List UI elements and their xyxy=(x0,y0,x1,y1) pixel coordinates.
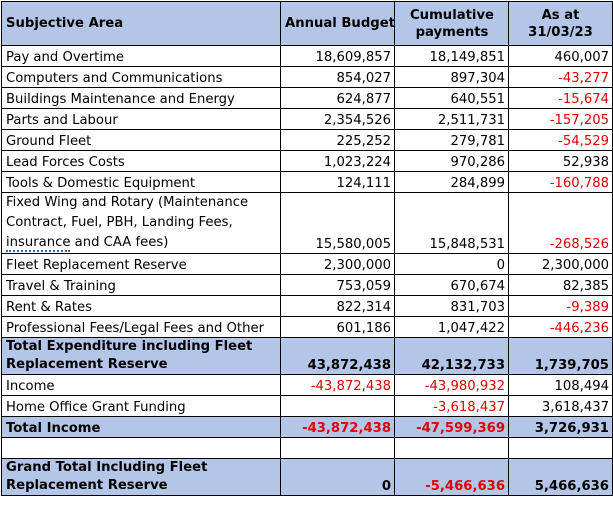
total-income-budget: -43,872,438 xyxy=(280,416,395,438)
row-budget: 15,580,005 xyxy=(280,192,395,254)
spacer-cell xyxy=(394,437,509,459)
total-income-label: Total Income xyxy=(1,416,281,438)
row-area: Lead Forces Costs xyxy=(1,150,281,172)
row-as-at: 460,007 xyxy=(508,45,613,67)
total-expenditure-budget: 43,872,438 xyxy=(280,337,395,375)
income-row: Income -43,872,438 -43,980,932 108,494 xyxy=(1,374,613,396)
income-as-at: 108,494 xyxy=(508,374,613,396)
table-row: Professional Fees/Legal Fees and Other 6… xyxy=(1,316,613,338)
row-area: Rent & Rates xyxy=(1,295,281,317)
row-cumulative: 284,899 xyxy=(394,171,509,193)
row-cumulative: 670,674 xyxy=(394,274,509,296)
row-cumulative: 0 xyxy=(394,253,509,275)
total-income-cumulative: -47,599,369 xyxy=(394,416,509,438)
spacer-cell xyxy=(508,437,613,459)
table-row: Rent & Rates 822,314 831,703 -9,389 xyxy=(1,295,613,317)
spacer-cell xyxy=(280,437,395,459)
row-cumulative: 897,304 xyxy=(394,66,509,88)
total-expenditure-row: Total Expenditure including Fleet Replac… xyxy=(1,337,613,375)
table-row: Computers and Communications 854,027 897… xyxy=(1,66,613,88)
row-cumulative: 831,703 xyxy=(394,295,509,317)
row-budget: 1,023,224 xyxy=(280,150,395,172)
total-expenditure-as-at: 1,739,705 xyxy=(508,337,613,375)
row-budget: 854,027 xyxy=(280,66,395,88)
grant-as-at: 3,618,437 xyxy=(508,395,613,417)
table-row: Travel & Training 753,059 670,674 82,385 xyxy=(1,274,613,296)
row-area-underlined-word: insurance xyxy=(6,235,71,252)
row-as-at: -9,389 xyxy=(508,295,613,317)
table-row: Pay and Overtime 18,609,857 18,149,851 4… xyxy=(1,45,613,67)
row-area: Tools & Domestic Equipment xyxy=(1,171,281,193)
table-row: Parts and Labour 2,354,526 2,511,731 -15… xyxy=(1,108,613,130)
income-cumulative: -43,980,932 xyxy=(394,374,509,396)
header-annual-budget: Annual Budget xyxy=(280,1,395,46)
table-row: Fixed Wing and Rotary (Maintenance Contr… xyxy=(1,192,613,254)
header-as-at: As at 31/03/23 xyxy=(508,1,613,46)
row-as-at: 82,385 xyxy=(508,274,613,296)
row-cumulative: 1,047,422 xyxy=(394,316,509,338)
row-as-at: -15,674 xyxy=(508,87,613,109)
row-cumulative: 970,286 xyxy=(394,150,509,172)
table-row: Lead Forces Costs 1,023,224 970,286 52,9… xyxy=(1,150,613,172)
grand-total-cumulative: -5,466,636 xyxy=(394,458,509,496)
row-area-part: and CAA fees) xyxy=(70,235,169,250)
row-budget: 2,300,000 xyxy=(280,253,395,275)
row-cumulative: 640,551 xyxy=(394,87,509,109)
row-area: Buildings Maintenance and Energy xyxy=(1,87,281,109)
row-budget: 225,252 xyxy=(280,129,395,151)
grand-total-row: Grand Total Including Fleet Replacement … xyxy=(1,458,613,496)
total-income-as-at: 3,726,931 xyxy=(508,416,613,438)
row-area: Fixed Wing and Rotary (Maintenance Contr… xyxy=(1,192,281,254)
header-row: Subjective Area Annual Budget Cumulative… xyxy=(1,1,613,46)
grant-cumulative: -3,618,437 xyxy=(394,395,509,417)
total-expenditure-cumulative: 42,132,733 xyxy=(394,337,509,375)
table-row: Tools & Domestic Equipment 124,111 284,8… xyxy=(1,171,613,193)
table-row: Fleet Replacement Reserve 2,300,000 0 2,… xyxy=(1,253,613,275)
header-cumulative-payments: Cumulative payments xyxy=(394,1,509,46)
grant-row: Home Office Grant Funding -3,618,437 3,6… xyxy=(1,395,613,417)
row-area-part: Fixed Wing and Rotary (Maintenance Contr… xyxy=(6,195,249,230)
row-cumulative: 2,511,731 xyxy=(394,108,509,130)
row-budget: 822,314 xyxy=(280,295,395,317)
spacer-row xyxy=(1,437,613,459)
row-area: Computers and Communications xyxy=(1,66,281,88)
spacer-cell xyxy=(1,437,281,459)
row-as-at: -160,788 xyxy=(508,171,613,193)
row-area: Travel & Training xyxy=(1,274,281,296)
table-row: Ground Fleet 225,252 279,781 -54,529 xyxy=(1,129,613,151)
row-budget: 2,354,526 xyxy=(280,108,395,130)
row-area: Pay and Overtime xyxy=(1,45,281,67)
row-cumulative: 18,149,851 xyxy=(394,45,509,67)
row-as-at: -446,236 xyxy=(508,316,613,338)
grand-total-budget: 0 xyxy=(280,458,395,496)
grant-budget xyxy=(280,395,395,417)
row-as-at: -157,205 xyxy=(508,108,613,130)
row-budget: 753,059 xyxy=(280,274,395,296)
budget-table: Subjective Area Annual Budget Cumulative… xyxy=(1,1,613,496)
grant-label: Home Office Grant Funding xyxy=(1,395,281,417)
row-cumulative: 15,848,531 xyxy=(394,192,509,254)
row-budget: 624,877 xyxy=(280,87,395,109)
total-income-row: Total Income -43,872,438 -47,599,369 3,7… xyxy=(1,416,613,438)
row-budget: 18,609,857 xyxy=(280,45,395,67)
row-cumulative: 279,781 xyxy=(394,129,509,151)
total-expenditure-label: Total Expenditure including Fleet Replac… xyxy=(1,337,281,375)
row-budget: 124,111 xyxy=(280,171,395,193)
row-budget: 601,186 xyxy=(280,316,395,338)
row-area: Fleet Replacement Reserve xyxy=(1,253,281,275)
row-area: Ground Fleet xyxy=(1,129,281,151)
income-label: Income xyxy=(1,374,281,396)
row-area: Professional Fees/Legal Fees and Other xyxy=(1,316,281,338)
table-row: Buildings Maintenance and Energy 624,877… xyxy=(1,87,613,109)
row-as-at: 2,300,000 xyxy=(508,253,613,275)
row-as-at: -268,526 xyxy=(508,192,613,254)
row-as-at: -54,529 xyxy=(508,129,613,151)
header-subjective-area: Subjective Area xyxy=(1,1,281,46)
row-as-at: 52,938 xyxy=(508,150,613,172)
grand-total-label: Grand Total Including Fleet Replacement … xyxy=(1,458,281,496)
income-budget: -43,872,438 xyxy=(280,374,395,396)
grand-total-as-at: 5,466,636 xyxy=(508,458,613,496)
row-as-at: -43,277 xyxy=(508,66,613,88)
row-area: Parts and Labour xyxy=(1,108,281,130)
